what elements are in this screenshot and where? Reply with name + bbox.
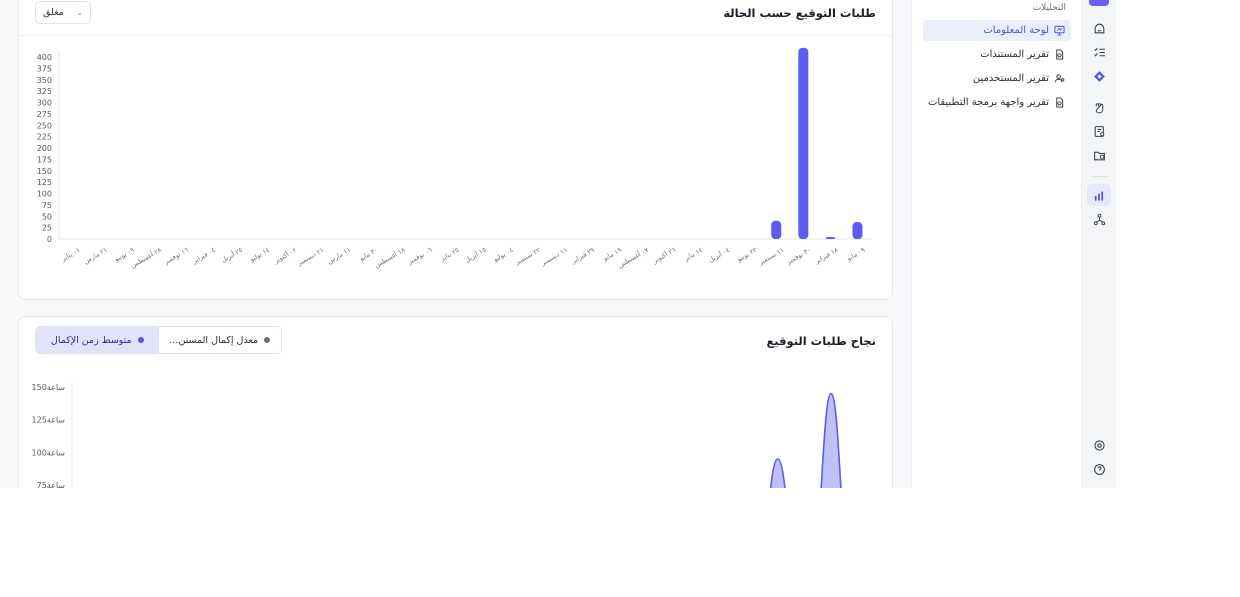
bar bbox=[852, 222, 863, 239]
y-tick-label: 25 bbox=[42, 224, 52, 233]
y-tick-label: 75ساعة bbox=[37, 481, 66, 488]
success-area-chart: 150ساعة 125ساعة 100ساعة 75ساعة bbox=[32, 383, 842, 488]
tasks-icon[interactable] bbox=[1087, 41, 1111, 63]
diamond-icon[interactable] bbox=[1087, 65, 1111, 87]
x-tick-label: ١٥ أبريل bbox=[463, 245, 488, 265]
success-chart-title: نجاح طلبات التوقيع bbox=[766, 334, 876, 348]
x-tick-label: ٢٥ أبريل bbox=[220, 245, 245, 265]
status-filter-select[interactable]: مغلق ⌄ bbox=[35, 1, 91, 24]
sidebar-item-label: لوحة المعلومات bbox=[983, 25, 1049, 36]
tab-avg-completion-time[interactable]: متوسط زمن الإكمال bbox=[36, 327, 159, 353]
dashboard-icon bbox=[1054, 25, 1065, 36]
x-tick-label: ٠٦ نوفمبر bbox=[405, 246, 433, 267]
folder-icon[interactable] bbox=[1087, 144, 1111, 166]
status-chart-title: طلبات التوقيع حسب الحالة bbox=[723, 6, 876, 20]
tab-completion-rate[interactable]: معدل إكمال المستن... bbox=[159, 327, 282, 353]
sidebar-item-dashboard[interactable]: لوحة المعلومات bbox=[923, 20, 1071, 41]
x-tick-label: ٠٢ أكتوبر bbox=[271, 245, 298, 266]
tab-label: متوسط زمن الإكمال bbox=[50, 334, 132, 346]
app-logo[interactable] bbox=[1089, 0, 1109, 6]
sidebar-section-title: التحليلات bbox=[1032, 3, 1066, 13]
x-tick-label: ٢١ ديسمبر bbox=[295, 246, 325, 268]
y-tick-label: 125 bbox=[37, 178, 52, 187]
y-tick-label: 125ساعة bbox=[32, 416, 66, 425]
x-tick-label: ١٤ يوليو bbox=[247, 246, 271, 264]
hand-icon[interactable] bbox=[1087, 96, 1111, 118]
x-tick-label: ١٦ نوفمبر bbox=[162, 246, 190, 267]
y-tick-label: 250 bbox=[37, 121, 52, 130]
y-tick-label: 375 bbox=[37, 64, 52, 73]
x-tick-label: ١٤ يناير bbox=[682, 246, 704, 264]
x-tick-label: ٠٤ يوليو bbox=[491, 246, 515, 264]
y-tick-label: 175 bbox=[37, 155, 52, 164]
y-tick-label: 150 bbox=[37, 167, 52, 176]
document-search-icon[interactable] bbox=[1087, 120, 1111, 142]
analytics-icon[interactable] bbox=[1087, 184, 1111, 206]
sidebar-item-label: تقرير المستخدمين bbox=[972, 73, 1049, 84]
x-tick-label: ١١ مارس bbox=[326, 246, 352, 266]
y-tick-label: 325 bbox=[37, 87, 52, 96]
workflow-icon[interactable] bbox=[1087, 208, 1111, 230]
bar bbox=[771, 220, 782, 239]
users-report-icon bbox=[1054, 74, 1065, 83]
y-tick-label: 100 bbox=[37, 190, 52, 199]
status-filter-value: مغلق bbox=[43, 7, 64, 18]
help-icon[interactable] bbox=[1087, 458, 1111, 480]
x-tick-label: ٢٢ سبتمبر bbox=[513, 246, 542, 268]
sidebar-item-documents-report[interactable]: تقرير المستندات bbox=[923, 44, 1071, 65]
analytics-sidebar: التحليلات لوحة المعلومات تقرير المستندات… bbox=[911, 0, 1081, 488]
sidebar-item-api-report[interactable]: تقرير واجهة برمجة التطبيقات bbox=[923, 92, 1071, 113]
settings-icon[interactable] bbox=[1087, 434, 1111, 456]
x-tick-label: ٢٦ أكتوبر bbox=[650, 245, 677, 266]
card-divider bbox=[19, 35, 892, 36]
chevron-down-icon: ⌄ bbox=[76, 8, 83, 17]
api-report-icon bbox=[1056, 97, 1064, 108]
x-tick-label: ٢٣ يونيو bbox=[735, 246, 759, 264]
x-tick-label: ٢١ مارس bbox=[82, 246, 108, 266]
rail-divider bbox=[1091, 176, 1109, 177]
bar bbox=[798, 47, 809, 240]
x-tick-label: ٠١ يناير bbox=[59, 246, 81, 264]
metric-toggle: متوسط زمن الإكمال معدل إكمال المستن... bbox=[35, 326, 282, 354]
x-tick-label: ٣٠ نوفمبر bbox=[784, 246, 812, 267]
y-tick-label: 225 bbox=[37, 133, 52, 142]
icon-rail bbox=[1081, 0, 1116, 488]
x-tick-label: ٢٨ أغسطس bbox=[129, 245, 163, 270]
y-tick-label: 0 bbox=[47, 235, 52, 244]
x-tick-label: ٢٥ يناير bbox=[438, 246, 461, 264]
series-dot bbox=[264, 337, 271, 343]
home-icon[interactable] bbox=[1087, 17, 1111, 39]
sidebar-item-users-report[interactable]: تقرير المستخدمين bbox=[923, 68, 1071, 89]
x-tick-label: ٠٤ فبراير bbox=[190, 246, 216, 266]
document-report-icon bbox=[1056, 49, 1064, 60]
tab-label: معدل إكمال المستن... bbox=[169, 334, 259, 346]
x-tick-label: ٠٧ أغسطس bbox=[616, 245, 650, 270]
x-tick-label: ١٨ فبراير bbox=[813, 246, 840, 266]
status-bar-chart: 0 25 50 75 100 125 150 175 200 225 250 275 300 325 350… bbox=[37, 47, 871, 270]
y-tick-label: 275 bbox=[37, 110, 52, 119]
y-tick-label: 350 bbox=[37, 76, 52, 85]
x-tick-label: ٠٤ أبريل bbox=[707, 245, 731, 264]
area-peak bbox=[769, 458, 786, 488]
y-tick-label: 300 bbox=[37, 99, 52, 108]
x-tick-label: ٢٩ فبراير bbox=[569, 246, 596, 266]
sidebar-item-label: تقرير واجهة برمجة التطبيقات bbox=[927, 97, 1049, 108]
main-viewport: طلبات التوقيع حسب الحالة مغلق ⌄ 0 25 50 75 1… bbox=[0, 0, 1116, 488]
sidebar-item-label: تقرير المستندات bbox=[980, 49, 1049, 60]
area-peak bbox=[820, 392, 842, 488]
success-chart-card: نجاح طلبات التوقيع متوسط زمن الإكمال معد… bbox=[18, 316, 893, 488]
x-tick-label: ٠٩ مايو bbox=[845, 246, 867, 264]
y-tick-label: 100ساعة bbox=[32, 448, 66, 457]
status-chart-card: طلبات التوقيع حسب الحالة مغلق ⌄ 0 25 50 75 1… bbox=[18, 0, 893, 300]
y-tick-label: 200 bbox=[37, 144, 52, 153]
y-tick-label: 50 bbox=[42, 212, 52, 221]
y-tick-label: 400 bbox=[37, 53, 52, 62]
y-tick-label: 150ساعة bbox=[32, 383, 66, 392]
x-tick-label: ١١ سبتمبر bbox=[756, 246, 785, 267]
series-dot bbox=[137, 337, 144, 343]
x-tick-label: ١٨ أغسطس bbox=[373, 245, 407, 270]
x-tick-label: ١١ ديسمبر bbox=[539, 246, 569, 268]
bar bbox=[825, 237, 836, 239]
y-tick-label: 75 bbox=[42, 201, 52, 210]
